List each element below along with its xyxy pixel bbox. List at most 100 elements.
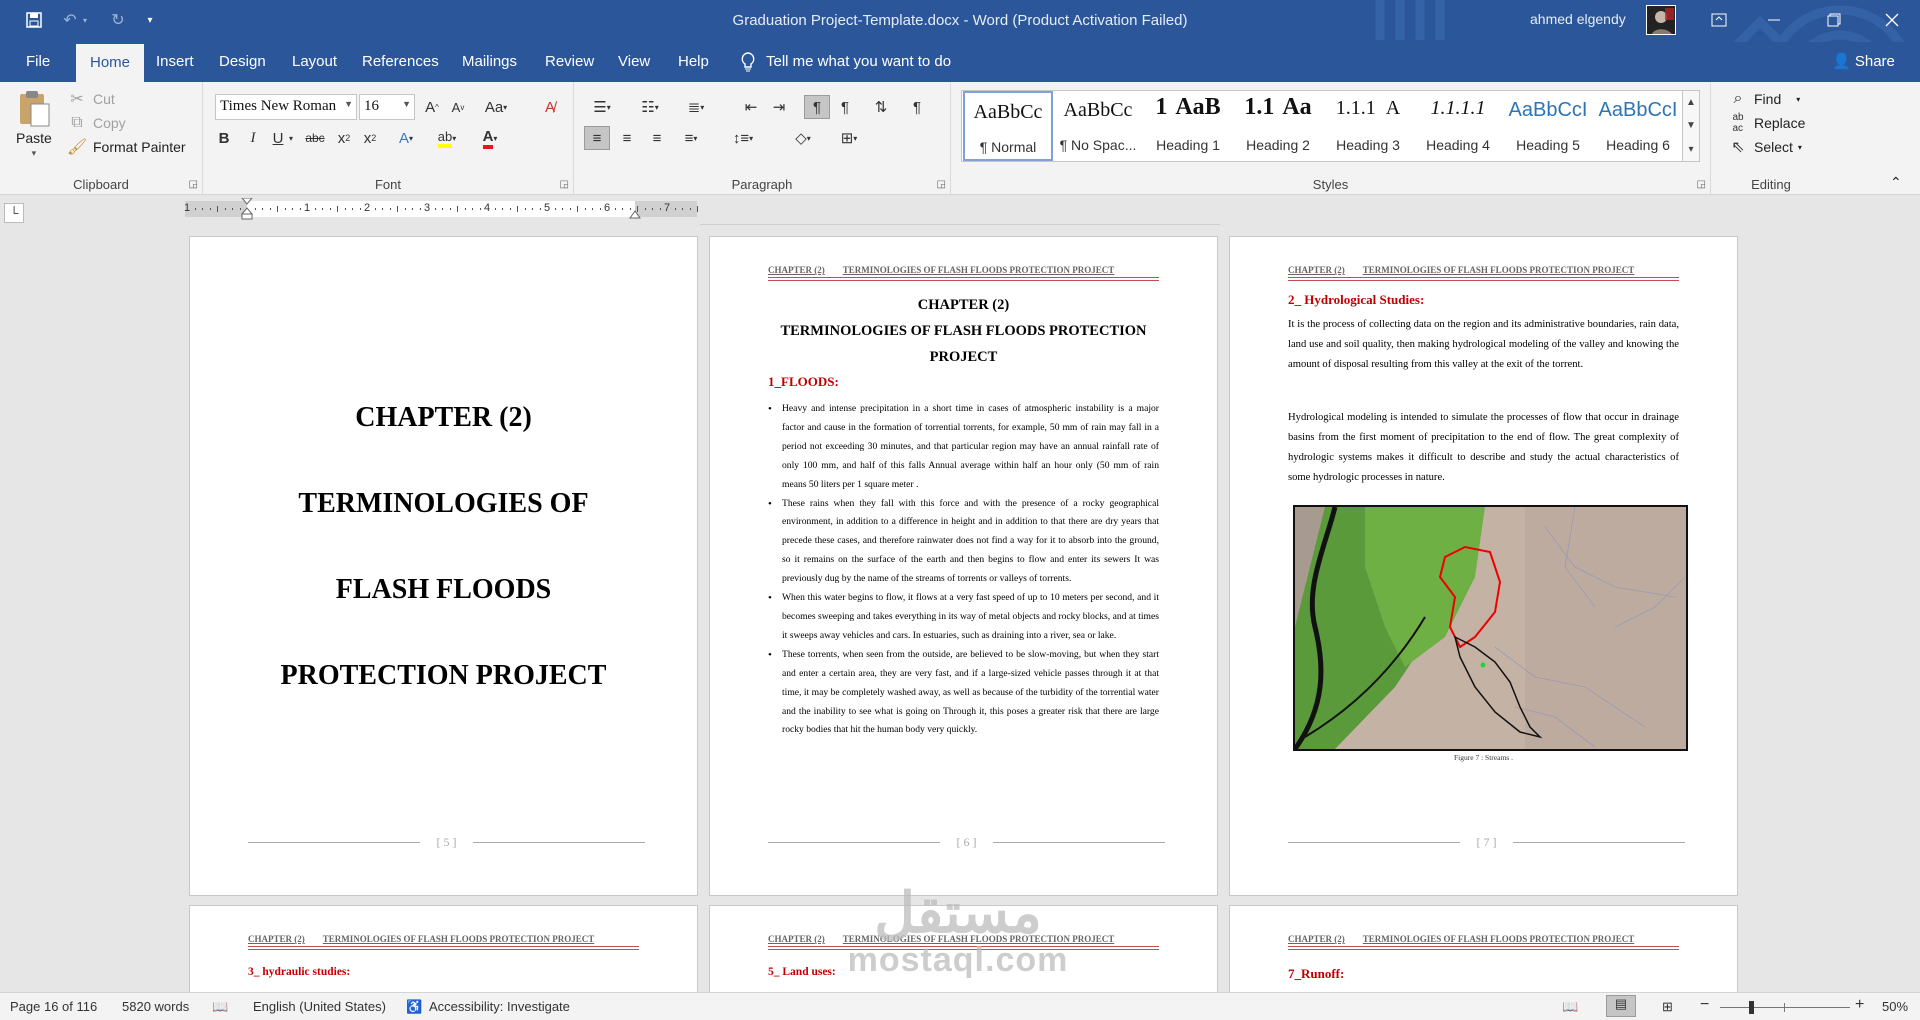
align-center-button[interactable]: ≡ bbox=[614, 126, 640, 150]
chevron-up-icon[interactable]: ▲ bbox=[1686, 97, 1696, 108]
grow-font-button[interactable]: A ^ bbox=[419, 95, 445, 119]
copy-button[interactable]: ⧉ Copy bbox=[66, 112, 125, 134]
page-17[interactable]: CHAPTER (2) TERMINOLOGIES OF FLASH FLOOD… bbox=[709, 905, 1218, 992]
page-16[interactable]: CHAPTER (2) TERMINOLOGIES OF FLASH FLOOD… bbox=[189, 905, 698, 992]
font-size-dropdown[interactable]: 16 ▼ bbox=[359, 94, 415, 120]
tab-file[interactable]: File bbox=[24, 42, 52, 82]
align-left-button[interactable]: ≡ bbox=[584, 126, 610, 150]
accessibility-icon[interactable]: ♿ bbox=[406, 999, 422, 1015]
document-area[interactable]: CHAPTER (2) TERMINOLOGIES OF FLASH FLOOD… bbox=[0, 225, 1920, 992]
style-heading-5[interactable]: AaBbCcI Heading 5 bbox=[1503, 91, 1593, 161]
zoom-slider-thumb[interactable] bbox=[1749, 1001, 1754, 1014]
page-18[interactable]: CHAPTER (2) TERMINOLOGIES OF FLASH FLOOD… bbox=[1229, 905, 1738, 992]
style-heading-1[interactable]: 1 AaB Heading 1 bbox=[1143, 91, 1233, 161]
show-formatting-button[interactable]: ¶ bbox=[904, 95, 930, 119]
styles-launcher-icon[interactable]: ◲ bbox=[1697, 179, 1706, 190]
text-effects-button[interactable]: A ▾ bbox=[389, 126, 423, 150]
tab-selector[interactable]: └ bbox=[4, 203, 24, 223]
align-right-button[interactable]: ≡ bbox=[644, 126, 670, 150]
page-count[interactable]: Page 16 of 116 bbox=[10, 999, 97, 1014]
paste-button[interactable]: Paste ▾ bbox=[16, 88, 52, 159]
tab-home[interactable]: Home bbox=[76, 44, 145, 82]
restore-icon[interactable] bbox=[1822, 8, 1846, 32]
user-name[interactable]: ahmed elgendy bbox=[1530, 11, 1626, 27]
font-name-dropdown[interactable]: Times New Roman ▼ bbox=[215, 94, 357, 120]
change-case-button[interactable]: Aa ▾ bbox=[476, 95, 516, 119]
cut-button[interactable]: ✂ Cut bbox=[66, 88, 115, 110]
horizontal-ruler[interactable]: 1 1 2 3 4 5 6 7 bbox=[184, 197, 698, 220]
paragraph-launcher-icon[interactable]: ◲ bbox=[937, 179, 946, 190]
clear-formatting-icon[interactable]: A̸ bbox=[537, 95, 563, 119]
style-heading-4[interactable]: 1.1.1.1 Heading 4 bbox=[1413, 91, 1503, 161]
ltr-direction-button[interactable]: ¶ bbox=[804, 95, 830, 119]
font-color-button[interactable]: A ▾ bbox=[471, 126, 509, 150]
proofing-icon[interactable]: 📖 bbox=[212, 999, 228, 1015]
borders-button[interactable]: ⊞ ▾ bbox=[830, 126, 868, 150]
italic-button[interactable]: I bbox=[240, 126, 266, 150]
numbering-button[interactable]: ☷ ▾ bbox=[632, 95, 668, 119]
style-heading-6[interactable]: AaBbCcI Heading 6 bbox=[1593, 91, 1682, 161]
close-icon[interactable] bbox=[1880, 8, 1904, 32]
zoom-out-icon[interactable]: − bbox=[1700, 996, 1709, 1014]
select-button[interactable]: ⇖ Select ▾ bbox=[1727, 136, 1802, 158]
justify-button[interactable]: ≡ ▾ bbox=[674, 126, 708, 150]
streams-map-figure[interactable] bbox=[1293, 505, 1688, 751]
zoom-slider[interactable] bbox=[1720, 1001, 1850, 1014]
subscript-button[interactable]: x2 bbox=[331, 126, 357, 150]
shrink-font-button[interactable]: Av bbox=[445, 95, 471, 119]
collapse-ribbon-icon[interactable]: ⌃ bbox=[1890, 174, 1902, 191]
accessibility-status[interactable]: Accessibility: Investigate bbox=[429, 999, 570, 1014]
bold-button[interactable]: B bbox=[211, 126, 237, 150]
ruler-indent-marker[interactable] bbox=[240, 197, 254, 220]
chevron-down-icon[interactable]: ▼ bbox=[1686, 120, 1696, 131]
style-no-spacing[interactable]: AaBbCc ¶ No Spac... bbox=[1053, 91, 1143, 161]
decrease-indent-button[interactable]: ⇤ bbox=[738, 95, 764, 119]
page-7[interactable]: CHAPTER (2) TERMINOLOGIES OF FLASH FLOOD… bbox=[1229, 236, 1738, 896]
ruler-right-indent-marker[interactable] bbox=[629, 206, 641, 219]
share-button[interactable]: 👤 Share bbox=[1832, 42, 1895, 82]
web-layout-icon[interactable]: ⊞ bbox=[1662, 999, 1673, 1015]
avatar[interactable] bbox=[1646, 5, 1676, 35]
page-6[interactable]: CHAPTER (2) TERMINOLOGIES OF FLASH FLOOD… bbox=[709, 236, 1218, 896]
style-heading-3[interactable]: 1.1.1 A Heading 3 bbox=[1323, 91, 1413, 161]
line-spacing-button[interactable]: ↕≡ ▾ bbox=[724, 126, 762, 150]
zoom-in-icon[interactable]: + bbox=[1855, 996, 1864, 1014]
increase-indent-button[interactable]: ⇥ bbox=[766, 95, 792, 119]
styles-gallery-scroll[interactable]: ▲ ▼ ▾ bbox=[1683, 90, 1700, 162]
font-launcher-icon[interactable]: ◲ bbox=[560, 179, 569, 190]
sort-button[interactable]: ⇅ bbox=[868, 95, 894, 119]
language[interactable]: English (United States) bbox=[253, 999, 386, 1014]
find-button[interactable]: ⌕ Find ▾ bbox=[1727, 88, 1801, 110]
page-5[interactable]: CHAPTER (2) TERMINOLOGIES OF FLASH FLOOD… bbox=[189, 236, 698, 896]
strikethrough-button[interactable]: abc bbox=[302, 126, 328, 150]
superscript-button[interactable]: x2 bbox=[357, 126, 383, 150]
zoom-level[interactable]: 50% bbox=[1882, 999, 1908, 1014]
clipboard-launcher-icon[interactable]: ◲ bbox=[189, 179, 198, 190]
tab-view[interactable]: View bbox=[616, 42, 652, 82]
tab-mailings[interactable]: Mailings bbox=[460, 42, 519, 82]
style-normal[interactable]: AaBbCc ¶ Normal bbox=[963, 91, 1053, 161]
minimize-icon[interactable] bbox=[1762, 8, 1786, 32]
tab-help[interactable]: Help bbox=[676, 42, 711, 82]
tab-insert[interactable]: Insert bbox=[154, 42, 196, 82]
highlight-color-button[interactable]: ab ▾ bbox=[428, 126, 466, 150]
format-painter-button[interactable]: 🖌 Format Painter bbox=[66, 136, 186, 158]
ribbon-display-options-icon[interactable] bbox=[1707, 8, 1731, 32]
tell-me-search[interactable]: Tell me what you want to do bbox=[740, 42, 951, 82]
tab-design[interactable]: Design bbox=[217, 42, 268, 82]
tab-references[interactable]: References bbox=[360, 42, 441, 82]
style-heading-2[interactable]: 1.1 Aa Heading 2 bbox=[1233, 91, 1323, 161]
more-styles-icon[interactable]: ▾ bbox=[1688, 144, 1693, 155]
bullets-button[interactable]: ☰ ▾ bbox=[584, 95, 620, 119]
replace-button[interactable]: ab ac Replace bbox=[1727, 112, 1805, 134]
shading-button[interactable]: ◇ ▾ bbox=[784, 126, 822, 150]
word-count[interactable]: 5820 words bbox=[122, 999, 189, 1014]
tab-review[interactable]: Review bbox=[543, 42, 596, 82]
print-layout-icon[interactable]: ▤ bbox=[1606, 995, 1636, 1017]
read-mode-icon[interactable]: 📖 bbox=[1562, 999, 1578, 1015]
tab-layout[interactable]: Layout bbox=[290, 42, 339, 82]
multilevel-list-button[interactable]: ≣ ▾ bbox=[678, 95, 714, 119]
underline-dropdown-icon[interactable]: ▾ bbox=[285, 126, 297, 150]
paragraph: It is the process of collecting data on … bbox=[1288, 319, 1679, 370]
rtl-direction-button[interactable]: ¶ bbox=[832, 95, 858, 119]
